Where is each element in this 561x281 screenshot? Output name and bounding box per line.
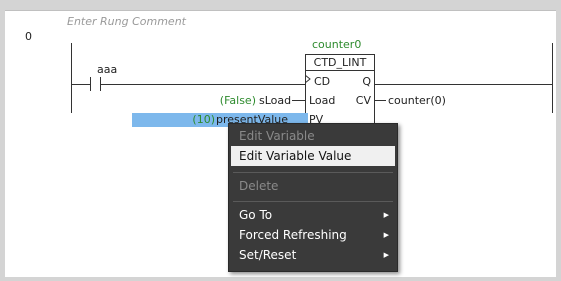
left-power-rail: [71, 43, 72, 113]
load-input-value: (False): [219, 94, 256, 107]
wire-load-input: [292, 100, 305, 101]
menu-separator: [233, 172, 393, 173]
cv-output-variable[interactable]: counter(0): [388, 94, 446, 107]
menu-item-forced-refreshing[interactable]: Forced Refreshing ▶: [231, 225, 395, 245]
fb-type: CTD_LINT: [313, 56, 367, 69]
contact-left-bar: [90, 77, 91, 91]
pv-input-value: (10): [192, 113, 215, 126]
contact-variable-label[interactable]: aaa: [97, 63, 117, 76]
menu-item-delete[interactable]: Delete: [231, 176, 395, 196]
menu-item-label: Set/Reset: [239, 248, 297, 262]
submenu-arrow-icon: ▶: [383, 231, 389, 239]
pin-load: Load: [309, 94, 336, 107]
pin-cv: CV: [355, 94, 371, 107]
menu-item-label: Edit Variable: [239, 129, 315, 143]
menu-item-label: Forced Refreshing: [239, 228, 347, 242]
rung-number: 0: [25, 30, 32, 43]
wire-q-to-rail: [374, 84, 552, 85]
fb-title-divider: [306, 70, 374, 71]
menu-item-edit-variable-value[interactable]: Edit Variable Value: [231, 146, 395, 166]
fb-instance-name[interactable]: counter0: [312, 38, 361, 51]
submenu-arrow-icon: ▶: [383, 251, 389, 259]
menu-item-label: Go To: [239, 208, 273, 222]
rising-edge-icon: [305, 74, 311, 84]
menu-item-label: Edit Variable Value: [239, 149, 352, 163]
menu-separator: [233, 201, 393, 202]
cv-output-text: counter(0): [388, 94, 446, 107]
load-input-variable[interactable]: sLoad: [259, 94, 291, 107]
menu-item-label: Delete: [239, 179, 279, 193]
rung-comment-field[interactable]: Enter Rung Comment: [67, 15, 186, 28]
menu-item-set-reset[interactable]: Set/Reset ▶: [231, 245, 395, 265]
wire-cv-output: [374, 100, 386, 101]
context-menu[interactable]: Edit Variable Edit Variable Value Delete…: [228, 123, 398, 272]
wire-rail-to-contact: [71, 84, 90, 85]
pin-q: Q: [362, 75, 371, 88]
right-power-rail: [552, 43, 553, 113]
submenu-arrow-icon: ▶: [383, 211, 389, 219]
pin-cd: CD: [314, 75, 331, 88]
wire-contact-to-fb: [101, 84, 305, 85]
menu-item-edit-variable[interactable]: Edit Variable: [231, 126, 395, 146]
menu-item-go-to[interactable]: Go To ▶: [231, 205, 395, 225]
